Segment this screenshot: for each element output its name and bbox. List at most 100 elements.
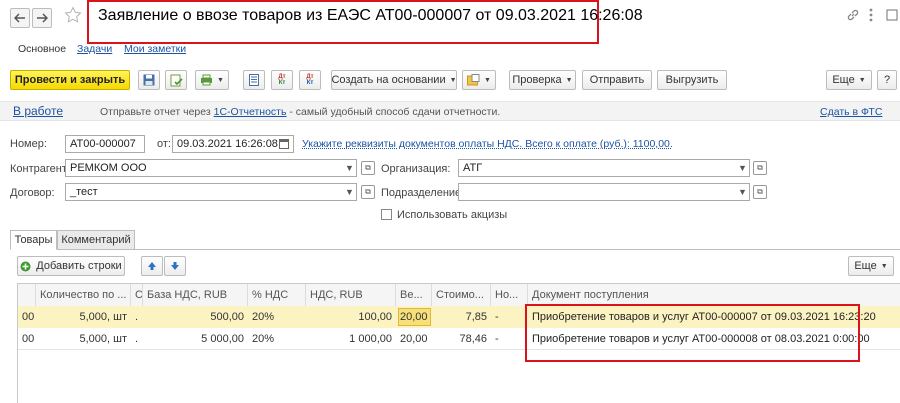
contract-field[interactable]: _тест [65, 183, 357, 201]
maximize-button[interactable] [886, 8, 898, 25]
division-dropdown[interactable]: ▼ [736, 183, 749, 201]
col-header-c[interactable]: С [131, 284, 143, 306]
cell-vat-rate: 20% [252, 311, 275, 323]
forward-arrow-icon [37, 13, 48, 23]
dt-kt-journal-icon-kt: Кт [306, 80, 314, 86]
division-label: Подразделение: [381, 187, 465, 199]
send-button[interactable]: Отправить [582, 70, 652, 90]
check-button[interactable]: Проверка ▼ [509, 70, 576, 90]
window-title: Заявление о ввозе товаров из ЕАЭС АТ00-0… [98, 7, 643, 24]
cell-c: . [135, 311, 139, 323]
post-document-icon [170, 74, 183, 86]
create-based-on-button[interactable]: Создать на основании ▼ [331, 70, 457, 90]
forward-button[interactable] [32, 8, 52, 28]
print-button[interactable]: ▼ [195, 70, 229, 90]
vat-payment-link[interactable]: Укажите реквизиты документов оплаты НДС.… [302, 138, 673, 150]
chevron-down-icon: ▼ [858, 76, 866, 84]
cell-cost: 78,46 [459, 333, 487, 345]
tab-goods[interactable]: Товары [10, 230, 57, 250]
contract-dropdown[interactable]: ▼ [343, 183, 356, 201]
counterparty-label: Контрагент: [10, 163, 70, 175]
division-field[interactable] [458, 183, 750, 201]
excise-checkbox[interactable] [381, 209, 392, 220]
printer-icon [201, 74, 213, 86]
counterparty-field[interactable]: РЕМКОМ ООО [65, 159, 357, 177]
contract-label: Договор: [10, 187, 55, 199]
copy-link-button[interactable] [846, 8, 860, 25]
cell-vat-base: 5 000,00 [201, 333, 244, 345]
add-circle-icon [20, 261, 31, 271]
cell-quantity: 5,000, шт [79, 311, 127, 323]
cell-quantity: 5,000, шт [79, 333, 127, 345]
help-button[interactable]: ? [877, 70, 897, 90]
date-field[interactable]: 09.03.2021 16:26:08 [172, 135, 294, 153]
division-open-button[interactable]: ⧉ [753, 185, 767, 199]
move-up-button[interactable] [141, 256, 163, 276]
save-button[interactable] [138, 70, 160, 90]
chevron-down-icon: ▼ [217, 76, 224, 84]
cell-number: - [495, 311, 499, 323]
maximize-icon [886, 9, 898, 21]
calendar-icon[interactable] [279, 138, 289, 152]
organization-dropdown[interactable]: ▼ [736, 159, 749, 177]
tab-comment[interactable]: Комментарий [57, 230, 135, 250]
cell-vat-amount: 100,00 [358, 311, 392, 323]
attachments-button[interactable]: ▼ [462, 70, 496, 90]
report-list-icon [249, 74, 259, 86]
tab-underline [10, 249, 900, 250]
chevron-down-icon: ▼ [565, 76, 573, 84]
subtab-tasks[interactable]: Задачи [77, 43, 112, 55]
cell-weight[interactable]: 20,00 [396, 328, 432, 350]
move-down-button[interactable] [164, 256, 186, 276]
date-label: от: [157, 138, 171, 150]
col-header-weight[interactable]: Ве... [396, 284, 432, 306]
col-header-number[interactable]: Но... [491, 284, 528, 306]
col-header-cost[interactable]: Стоимо... [432, 284, 491, 306]
cell-vat-amount: 1 000,00 [349, 333, 392, 345]
more-label: Еще [832, 74, 855, 86]
chevron-down-icon: ▼ [880, 262, 888, 270]
document-state-link[interactable]: В работе [13, 104, 63, 118]
star-icon [64, 6, 82, 23]
status-text-before: Отправьте отчет через [100, 106, 211, 118]
post-button[interactable] [165, 70, 187, 90]
counterparty-open-button[interactable]: ⧉ [361, 161, 375, 175]
create-based-on-label: Создать на основании [331, 74, 446, 86]
upload-button[interactable]: Выгрузить [657, 70, 727, 90]
check-label: Проверка [512, 74, 562, 86]
col-header-vat-rate[interactable]: % НДС [248, 284, 306, 306]
cell-index: 00 [22, 311, 35, 323]
dt-kt-icon-kt: Кт [278, 80, 286, 86]
subtab-main[interactable]: Основное [18, 43, 66, 55]
col-header-vat-amount[interactable]: НДС, RUB [306, 284, 396, 306]
table-more-button[interactable]: Еще ▼ [848, 256, 894, 276]
receipt-documents-highlight-frame [525, 304, 860, 362]
organization-open-button[interactable]: ⧉ [753, 161, 767, 175]
contract-open-button[interactable]: ⧉ [361, 185, 375, 199]
dt-kt-journal-button[interactable]: Дт Кт [299, 70, 321, 90]
counterparty-dropdown[interactable]: ▼ [343, 159, 356, 177]
floppy-disk-icon [143, 74, 155, 86]
post-and-close-button[interactable]: Провести и закрыть [10, 70, 130, 90]
col-header-vat-base[interactable]: База НДС, RUB [143, 284, 248, 306]
more-actions-button[interactable] [868, 8, 874, 25]
reporting-link[interactable]: 1С-Отчетность [214, 106, 287, 118]
favorite-star-button[interactable] [64, 6, 82, 26]
number-field[interactable]: АТ00-000007 [65, 135, 145, 153]
cell-weight[interactable]: 20,00 [396, 306, 432, 328]
submit-to-fts-link[interactable]: Сдать в ФТС [820, 106, 882, 118]
col-header-quantity[interactable]: Количество по ... [36, 284, 131, 306]
number-label: Номер: [10, 138, 47, 150]
dt-kt-button[interactable]: Дт Кт [271, 70, 293, 90]
back-button[interactable] [10, 8, 30, 28]
more-button[interactable]: Еще ▼ [826, 70, 872, 90]
organization-field[interactable]: АТГ [458, 159, 750, 177]
subtab-notes[interactable]: Мои заметки [124, 43, 186, 55]
col-header-receipt-document[interactable]: Документ поступления [528, 284, 900, 306]
col-header-0[interactable] [18, 284, 36, 306]
cell-cost: 7,85 [465, 311, 487, 323]
cell-c: . [135, 333, 139, 345]
chevron-down-icon: ▼ [484, 76, 491, 84]
add-rows-button[interactable]: Добавить строки [17, 256, 125, 276]
report-button[interactable] [243, 70, 265, 90]
